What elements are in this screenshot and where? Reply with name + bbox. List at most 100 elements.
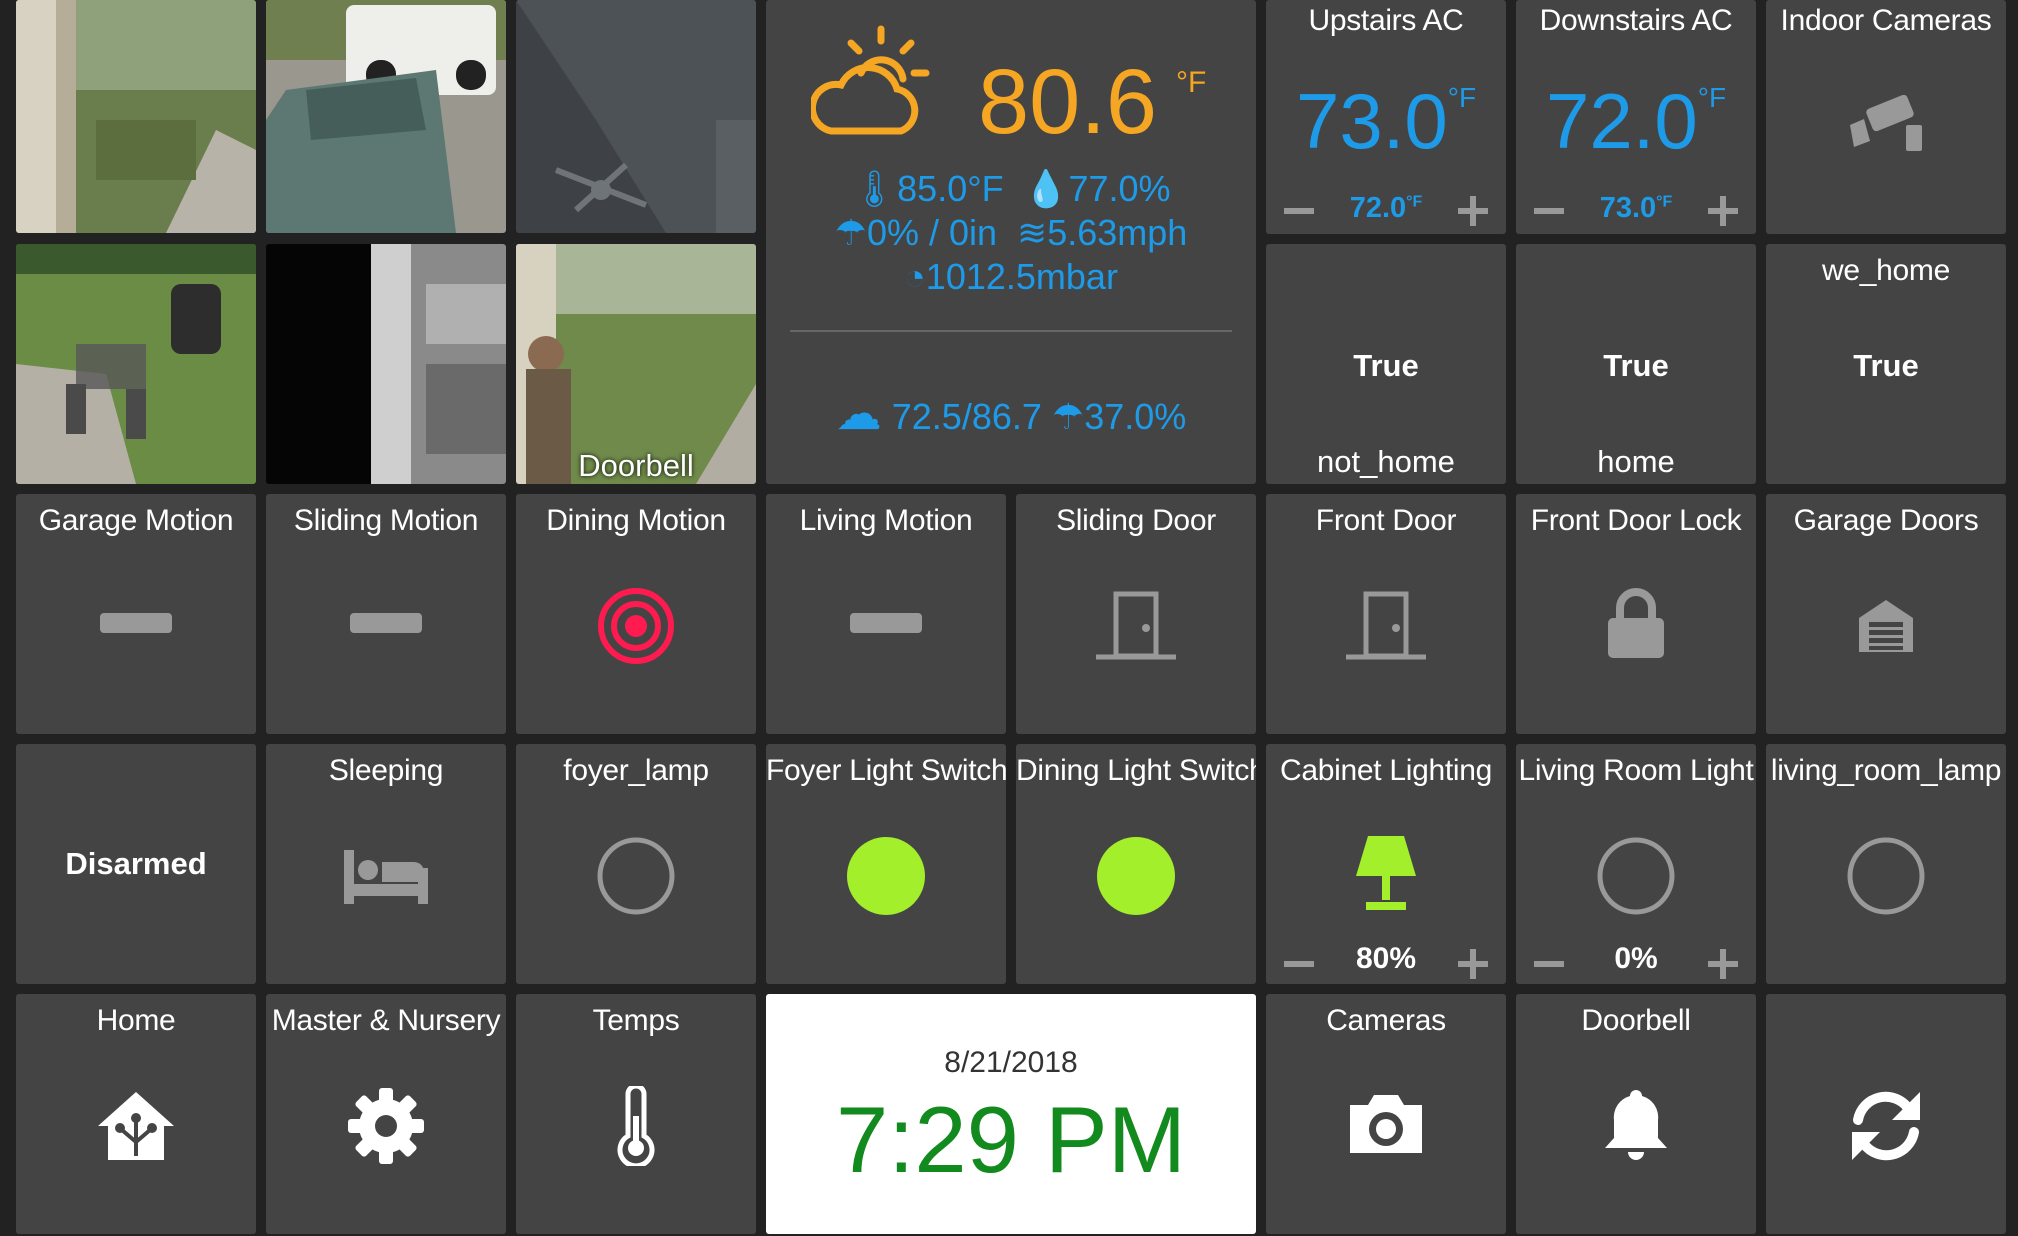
dining-light-switch-tile[interactable]: Dining Light Switch bbox=[1016, 744, 1256, 984]
nav-master-nursery-tile[interactable]: Master & Nursery bbox=[266, 994, 506, 1234]
gear-icon bbox=[347, 1087, 425, 1165]
alarm-tile[interactable]: Disarmed bbox=[16, 744, 256, 984]
dash-icon bbox=[100, 613, 172, 633]
increase-button[interactable] bbox=[1708, 949, 1738, 979]
feels-like-value: 85.0°F bbox=[897, 168, 1004, 209]
increase-button[interactable] bbox=[1458, 196, 1488, 226]
lock-icon bbox=[1606, 588, 1666, 660]
tile-title: Front Door bbox=[1315, 504, 1457, 537]
circle-on-icon bbox=[846, 836, 926, 916]
ac-setpoint-unit: °F bbox=[1406, 193, 1423, 211]
tile-title: Dining Light Switch bbox=[1016, 754, 1256, 787]
camera-front-porch[interactable] bbox=[16, 0, 256, 233]
gauge-icon: ◔ bbox=[904, 256, 926, 297]
downstairs-ac-tile[interactable]: Downstairs AC 72.0°F 73.0°F bbox=[1516, 0, 1756, 234]
clock-time: 7:29 PM bbox=[835, 1087, 1187, 1192]
presence-state: home bbox=[1597, 444, 1675, 479]
lamp-icon bbox=[1354, 834, 1418, 914]
living-room-light-tile[interactable]: Living Room Light 0% bbox=[1516, 744, 1756, 984]
clock-date: 8/21/2018 bbox=[944, 1046, 1078, 1079]
weather-row-2: ☂0% / 0in ≋5.63mph bbox=[766, 212, 1256, 254]
dining-motion-tile[interactable]: Dining Motion bbox=[516, 494, 756, 734]
motion-active-icon bbox=[596, 586, 676, 666]
camera-hallway[interactable] bbox=[266, 244, 506, 484]
nav-home-tile[interactable]: Home bbox=[16, 994, 256, 1234]
ac-current-temp: 73.0°F bbox=[1266, 76, 1506, 167]
cabinet-lighting-tile[interactable]: Cabinet Lighting 80% bbox=[1266, 744, 1506, 984]
living-room-lamp-tile[interactable]: living_room_lamp bbox=[1766, 744, 2006, 984]
thermometer-icon bbox=[616, 1086, 656, 1166]
foyer-lamp-tile[interactable]: foyer_lamp bbox=[516, 744, 756, 984]
front-door-lock-tile[interactable]: Front Door Lock bbox=[1516, 494, 1756, 734]
presence-value: True bbox=[1603, 348, 1669, 383]
tile-title: Living Motion bbox=[799, 504, 973, 537]
camera-doorbell[interactable]: Doorbell bbox=[516, 244, 756, 484]
nav-cameras-tile[interactable]: Cameras bbox=[1266, 994, 1506, 1234]
camera-patio[interactable] bbox=[16, 244, 256, 484]
upstairs-ac-tile[interactable]: Upstairs AC 73.0°F 72.0°F bbox=[1266, 0, 1506, 234]
indoor-cameras-tile[interactable]: Indoor Cameras bbox=[1766, 0, 2006, 234]
humidity-value: 77.0% bbox=[1068, 168, 1171, 209]
camera-image bbox=[266, 244, 506, 484]
circle-off-icon bbox=[1846, 836, 1926, 916]
humidity-icon: 💧 bbox=[1023, 168, 1069, 209]
front-door-tile[interactable]: Front Door bbox=[1266, 494, 1506, 734]
weather-temperature: 80.6 bbox=[978, 51, 1158, 153]
camera-image bbox=[16, 244, 256, 484]
ac-setpoint-value: 73.0 bbox=[1599, 192, 1657, 224]
tile-title: Sliding Motion bbox=[293, 504, 479, 537]
living-motion-tile[interactable]: Living Motion bbox=[766, 494, 1006, 734]
clock-tile: 8/21/2018 7:29 PM bbox=[766, 994, 1256, 1234]
tile-title: Indoor Cameras bbox=[1780, 4, 1992, 37]
tile-title: living_room_lamp bbox=[1770, 754, 2002, 787]
sleeping-tile[interactable]: Sleeping bbox=[266, 744, 506, 984]
ac-unit: °F bbox=[1447, 82, 1477, 113]
tile-title: Foyer Light Switch bbox=[766, 754, 1006, 787]
door-icon bbox=[1096, 590, 1176, 662]
sliding-door-tile[interactable]: Sliding Door bbox=[1016, 494, 1256, 734]
tile-title: Sleeping bbox=[328, 754, 444, 787]
tile-title: Home bbox=[96, 1004, 176, 1037]
bed-icon bbox=[344, 846, 428, 906]
ac-current-temp: 72.0°F bbox=[1516, 76, 1756, 167]
home-assistant-icon bbox=[96, 1090, 176, 1162]
tile-title: foyer_lamp bbox=[563, 754, 709, 787]
tile-title: Cameras bbox=[1326, 1004, 1446, 1037]
ac-setpoint-value: 72.0 bbox=[1349, 192, 1407, 224]
weather-unit: °F bbox=[1176, 66, 1207, 99]
sliding-motion-tile[interactable]: Sliding Motion bbox=[266, 494, 506, 734]
circle-on-icon bbox=[1096, 836, 1176, 916]
umbrella-icon: ☂ bbox=[834, 212, 867, 253]
increase-button[interactable] bbox=[1458, 949, 1488, 979]
foyer-light-switch-tile[interactable]: Foyer Light Switch bbox=[766, 744, 1006, 984]
we-home-tile[interactable]: we_home True bbox=[1766, 244, 2006, 484]
garage-motion-tile[interactable]: Garage Motion bbox=[16, 494, 256, 734]
camera-ceiling[interactable] bbox=[516, 0, 756, 233]
camera-driveway[interactable] bbox=[266, 0, 506, 233]
ac-unit: °F bbox=[1697, 82, 1727, 113]
presence-value: True bbox=[1353, 348, 1419, 383]
thermometer-wind-icon: 🌡 bbox=[851, 168, 898, 209]
presence-value: True bbox=[1853, 348, 1919, 383]
dash-icon bbox=[350, 613, 422, 633]
tile-title: Front Door Lock bbox=[1530, 504, 1742, 537]
tile-title: Garage Doors bbox=[1793, 504, 1979, 537]
weather-divider bbox=[790, 330, 1232, 332]
weather-tile[interactable]: 80.6 °F 🌡85.0°F 💧77.0% ☂0% / 0in ≋5.63mp… bbox=[766, 0, 1256, 484]
increase-button[interactable] bbox=[1708, 196, 1738, 226]
alarm-state: Disarmed bbox=[65, 846, 207, 881]
forecast-precip: 37.0% bbox=[1084, 396, 1187, 437]
tile-title: Master & Nursery bbox=[271, 1004, 501, 1037]
tile-title: Cabinet Lighting bbox=[1279, 754, 1493, 787]
tile-title: Doorbell bbox=[1581, 1004, 1691, 1037]
nav-temps-tile[interactable]: Temps bbox=[516, 994, 756, 1234]
presence-tile-2[interactable]: True home bbox=[1516, 244, 1756, 484]
presence-tile-1[interactable]: True not_home bbox=[1266, 244, 1506, 484]
garage-doors-tile[interactable]: Garage Doors bbox=[1766, 494, 2006, 734]
tile-title: Garage Motion bbox=[38, 504, 234, 537]
rain-cloud-icon: ☁ bbox=[835, 387, 882, 439]
refresh-tile[interactable] bbox=[1766, 994, 2006, 1234]
nav-doorbell-tile[interactable]: Doorbell bbox=[1516, 994, 1756, 1234]
wind-value: 5.63mph bbox=[1047, 212, 1188, 253]
camera-icon bbox=[1346, 1091, 1426, 1157]
